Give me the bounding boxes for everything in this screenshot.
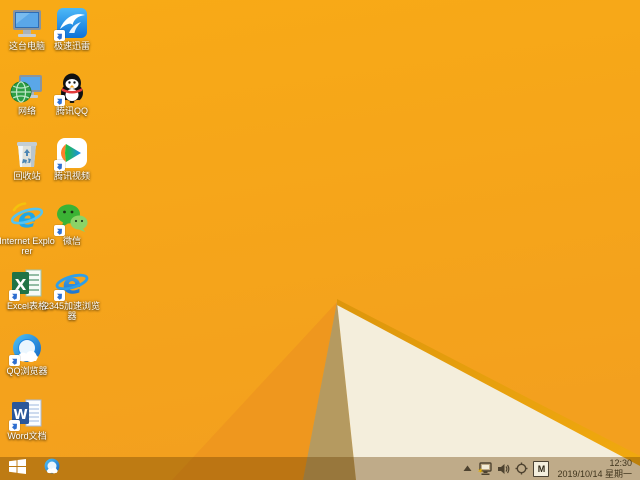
show-hidden-icons-button[interactable] bbox=[463, 457, 472, 480]
network-status-tray-icon[interactable]: * bbox=[477, 457, 493, 480]
wechat-icon bbox=[54, 201, 89, 236]
xunlei-icon bbox=[54, 6, 89, 41]
windows-logo-icon bbox=[8, 458, 26, 479]
icon-label: 2345加速浏览器 bbox=[43, 301, 101, 321]
desktop-icon-word[interactable]: W Word文档 bbox=[4, 396, 50, 458]
shortcut-arrow-icon bbox=[9, 290, 20, 301]
clock-date: 2019/10/14 星期一 bbox=[557, 468, 632, 479]
tencent-video-icon bbox=[54, 136, 89, 171]
tencent-qq-icon bbox=[54, 71, 89, 106]
shortcut-arrow-icon bbox=[54, 225, 65, 236]
network-icon bbox=[10, 71, 44, 105]
shortcut-arrow-icon bbox=[9, 355, 20, 366]
word-icon: W bbox=[9, 396, 44, 431]
2345-browser-icon: e bbox=[54, 266, 89, 301]
icon-label: 腾讯视频 bbox=[53, 171, 90, 181]
taskbar-qq-browser-button[interactable] bbox=[34, 457, 70, 480]
desktop-icon-2345-browser[interactable]: e 2345加速浏览器 bbox=[44, 266, 100, 328]
desktop-icon-internet-explorer[interactable]: e Internet Explorer bbox=[0, 201, 55, 263]
svg-text:e: e bbox=[63, 267, 82, 300]
desktop-icon-qq-browser[interactable]: QQ浏览器 bbox=[4, 331, 50, 393]
volume-tray-icon[interactable] bbox=[497, 457, 510, 480]
clock-time: 12:30 bbox=[609, 458, 632, 468]
icon-label: 微信 bbox=[62, 236, 81, 246]
qq-browser-icon bbox=[43, 457, 61, 480]
taskbar-clock[interactable]: 12:30 2019/10/14 星期一 bbox=[554, 457, 636, 480]
shortcut-arrow-icon bbox=[9, 420, 20, 431]
shortcut-arrow-icon bbox=[54, 95, 65, 106]
desktop-icon-tencent-video[interactable]: 腾讯视频 bbox=[49, 136, 95, 198]
icon-label: QQ浏览器 bbox=[6, 366, 48, 376]
desktop-icon-this-pc[interactable]: 这台电脑 bbox=[4, 6, 50, 68]
internet-explorer-icon: e bbox=[10, 201, 44, 235]
this-pc-icon bbox=[10, 6, 44, 40]
excel-icon: X bbox=[9, 266, 44, 301]
taskbar: * M 12:30 2019/10/14 星期一 bbox=[0, 457, 640, 480]
desktop-screen: 这台电脑 网络 回收站 e Internet Explorer X Excel表… bbox=[0, 0, 640, 480]
input-method-indicator[interactable]: M bbox=[533, 460, 550, 477]
start-button[interactable] bbox=[0, 457, 34, 480]
icon-label: 极速迅雷 bbox=[53, 41, 90, 51]
chevron-up-icon bbox=[463, 465, 472, 471]
utility-tray-icon[interactable] bbox=[515, 457, 528, 480]
icon-label: 腾讯QQ bbox=[55, 106, 88, 116]
shortcut-arrow-icon bbox=[54, 290, 65, 301]
input-method-letter: M bbox=[537, 463, 546, 474]
svg-text:*: * bbox=[479, 468, 484, 476]
desktop-icon-tencent-qq[interactable]: 腾讯QQ bbox=[49, 71, 95, 133]
desktop-icon-xunlei[interactable]: 极速迅雷 bbox=[49, 6, 95, 68]
qq-browser-icon bbox=[9, 331, 44, 366]
desktop-icon-recycle-bin[interactable]: 回收站 bbox=[4, 136, 50, 198]
shortcut-arrow-icon bbox=[54, 30, 65, 41]
icon-label: Word文档 bbox=[7, 431, 47, 441]
desktop-icon-wechat[interactable]: 微信 bbox=[49, 201, 95, 263]
desktop-icon-network[interactable]: 网络 bbox=[4, 71, 50, 133]
system-tray: * M 12:30 2019/10/14 星期一 bbox=[463, 457, 640, 480]
recycle-bin-icon bbox=[10, 136, 44, 170]
shortcut-arrow-icon bbox=[54, 160, 65, 171]
